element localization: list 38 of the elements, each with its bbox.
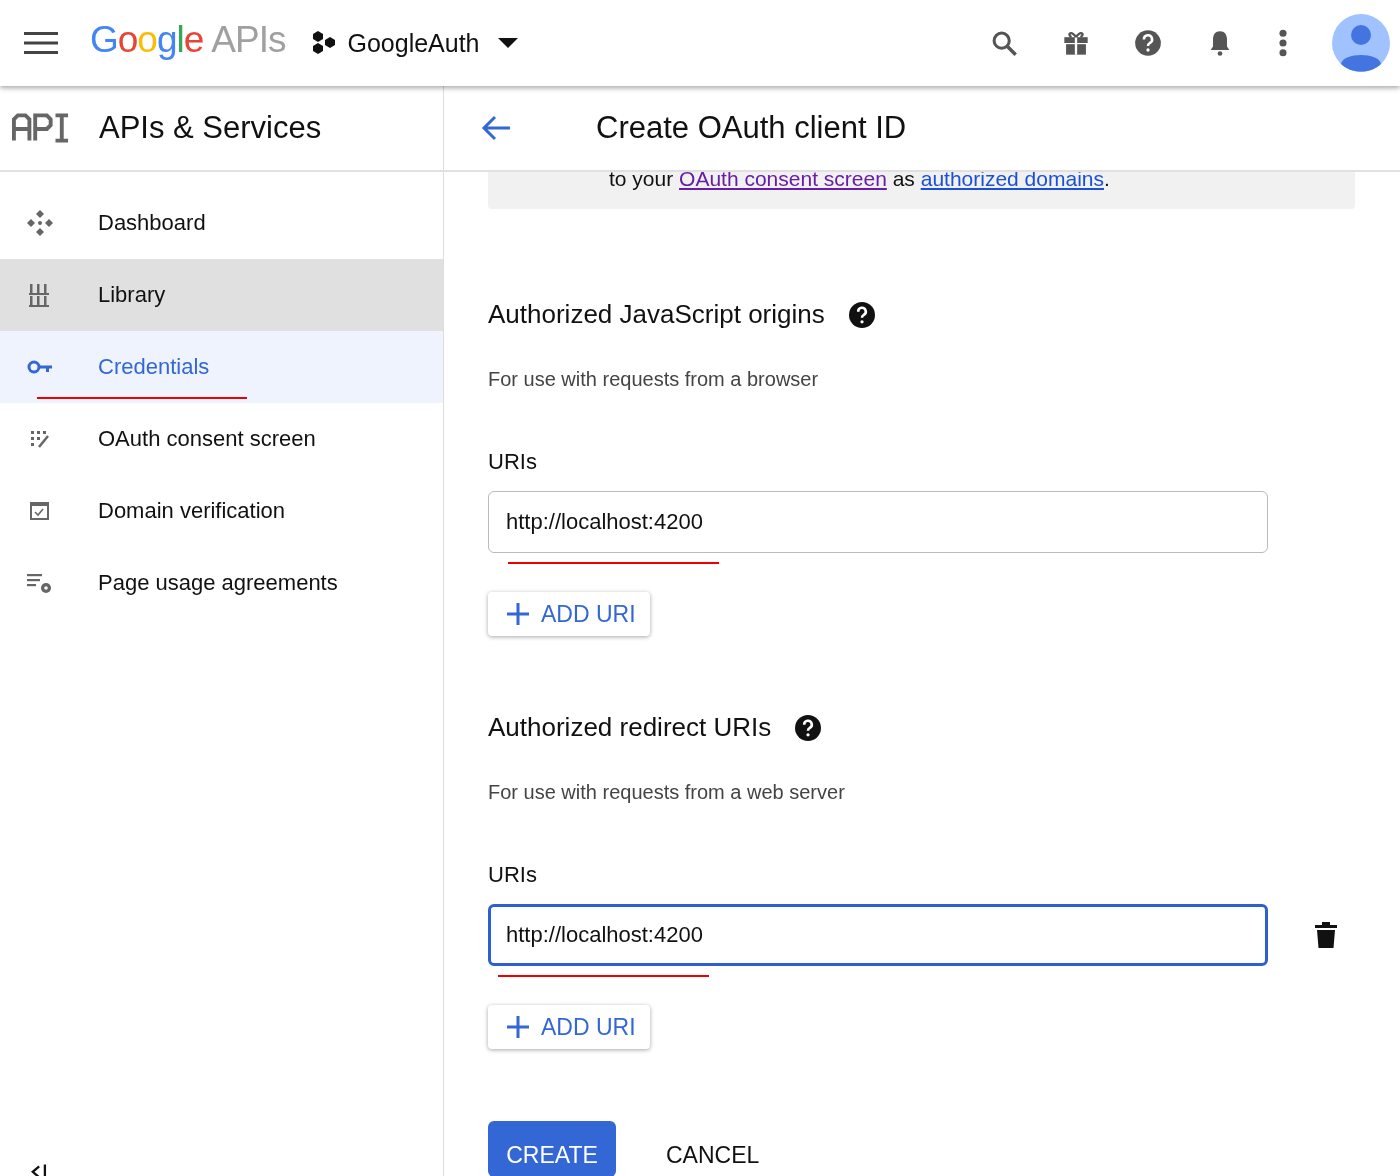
uri-input-field[interactable]: http://localhost:4200 bbox=[488, 904, 1268, 966]
api-logo-icon bbox=[12, 113, 70, 143]
hexagons-icon bbox=[311, 30, 338, 56]
help-icon[interactable] bbox=[795, 714, 822, 741]
section-heading: Authorized JavaScript origins bbox=[488, 299, 825, 330]
section-title: APIs & Services bbox=[99, 110, 322, 146]
create-button[interactable]: CREATE bbox=[488, 1121, 616, 1176]
more-options-icon[interactable] bbox=[1278, 29, 1288, 57]
caret-icon bbox=[497, 38, 518, 48]
help-icon[interactable] bbox=[848, 301, 875, 328]
section-description: For use with requests from a web server bbox=[488, 781, 846, 804]
field-label: URIs bbox=[488, 449, 538, 475]
plus-icon bbox=[507, 1016, 529, 1038]
sidebar-item[interactable]: OAuth consent screen bbox=[0, 403, 443, 475]
sidebar-item[interactable]: Page usage agreements bbox=[0, 547, 443, 619]
back-arrow-icon[interactable] bbox=[480, 114, 512, 142]
project-selector[interactable]: GoogleAuth bbox=[311, 28, 518, 58]
section-heading: Authorized redirect URIs bbox=[488, 712, 772, 743]
sidebar-item[interactable]: Credentials bbox=[0, 331, 443, 403]
sidebar-item[interactable]: Domain verification bbox=[0, 475, 443, 547]
avatar-icon[interactable] bbox=[1332, 14, 1390, 72]
sidebar-item[interactable]: Library bbox=[0, 259, 443, 331]
gift-icon[interactable] bbox=[1062, 29, 1090, 57]
section-description: For use with requests from a browser bbox=[488, 368, 820, 391]
field-label: URIs bbox=[488, 862, 538, 888]
google-apis-logo[interactable]: Google APIs bbox=[90, 19, 286, 61]
plus-icon bbox=[507, 603, 529, 625]
search-icon[interactable] bbox=[990, 29, 1018, 57]
sidebar-item[interactable]: Dashboard bbox=[0, 187, 443, 259]
diamond-dots-icon bbox=[26, 209, 54, 237]
add-uri-button[interactable]: ADD URI bbox=[488, 592, 650, 636]
page-title: Create OAuth client ID bbox=[596, 110, 907, 146]
menu-icon[interactable] bbox=[24, 31, 58, 55]
help-icon[interactable] bbox=[1134, 29, 1162, 57]
cancel-button[interactable]: CANCEL bbox=[660, 1128, 766, 1170]
trash-icon[interactable] bbox=[1315, 922, 1337, 948]
add-uri-button[interactable]: ADD URI bbox=[488, 1005, 650, 1049]
uri-input-field[interactable]: http://localhost:4200 bbox=[488, 491, 1268, 553]
